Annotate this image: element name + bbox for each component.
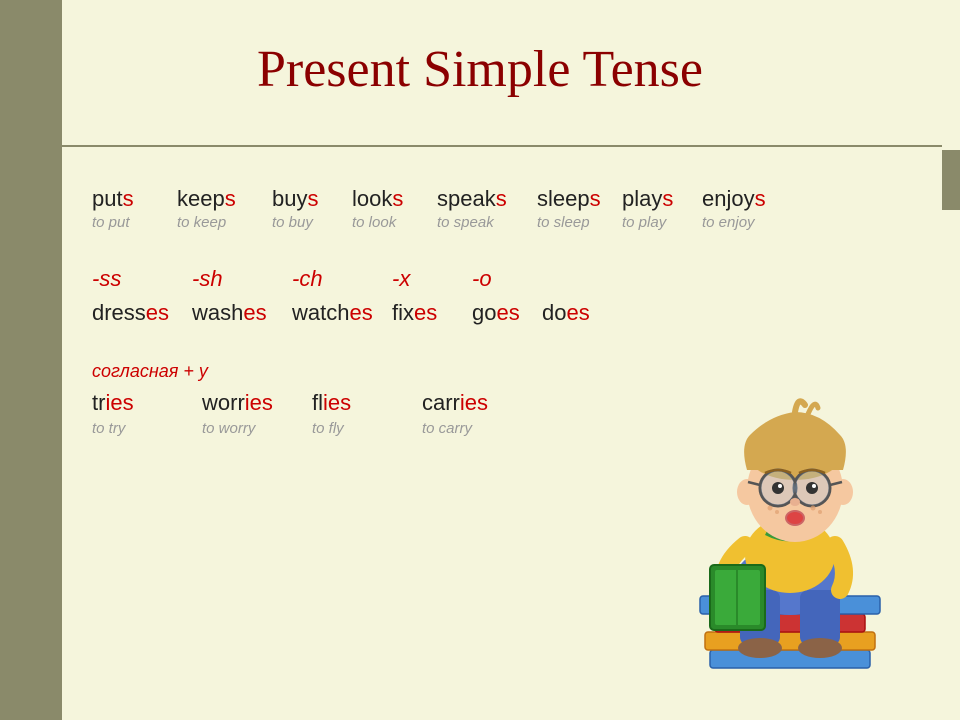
base-carry: to carry <box>422 420 532 437</box>
character-svg <box>650 370 930 710</box>
verb-flies: flies <box>312 390 422 416</box>
ending-sh: -sh <box>192 266 292 292</box>
verb-form-buys: buys <box>272 186 318 212</box>
section-endings: -ss -sh -ch -x -o dresses washes watches… <box>92 266 912 326</box>
verb-worries: worries <box>202 390 312 416</box>
verb-form-looks: looks <box>352 186 403 212</box>
ending-verbs-row: dresses washes watches fixes goes does <box>92 300 912 326</box>
base-try: to try <box>92 420 202 437</box>
base-fly: to fly <box>312 420 422 437</box>
verb-item-sleeps: sleeps to sleep <box>537 186 622 231</box>
verb-goes: goes <box>472 300 542 326</box>
verb-item-plays: plays to play <box>622 186 702 231</box>
verb-item-puts: puts to put <box>92 186 177 231</box>
verb-base-speak: to speak <box>437 214 494 231</box>
verb-item-enjoys: enjoys to enjoy <box>702 186 782 231</box>
top-divider <box>62 145 942 147</box>
verb-dresses: dresses <box>92 300 192 326</box>
base-worry: to worry <box>202 420 312 437</box>
verb-form-enjoys: enjoys <box>702 186 766 212</box>
suffix-s: s <box>123 186 134 211</box>
verb-form-plays: plays <box>622 186 673 212</box>
verb-item-buys: buys to buy <box>272 186 352 231</box>
verb-row-1: puts to put keeps to keep buys to buy lo… <box>92 186 912 231</box>
verb-form-sleeps: sleeps <box>537 186 601 212</box>
verb-item-speaks: speaks to speak <box>437 186 537 231</box>
verb-base-buy: to buy <box>272 214 313 231</box>
ending-x: -x <box>392 266 472 292</box>
verb-carries: carries <box>422 390 532 416</box>
verb-watches: watches <box>292 300 392 326</box>
verb-item-keeps: keeps to keep <box>177 186 272 231</box>
verb-fixes: fixes <box>392 300 472 326</box>
verb-base-enjoy: to enjoy <box>702 214 755 231</box>
endings-labels-row: -ss -sh -ch -x -o <box>92 266 912 292</box>
left-sidebar <box>0 0 62 720</box>
verb-base-keep: to keep <box>177 214 226 231</box>
verb-base-put: to put <box>92 214 130 231</box>
verb-form-speaks: speaks <box>437 186 507 212</box>
page-title: Present Simple Tense <box>0 0 960 119</box>
verb-form-puts: puts <box>92 186 134 212</box>
ending-ss: -ss <box>92 266 192 292</box>
right-bar <box>942 150 960 210</box>
verb-base-sleep: to sleep <box>537 214 590 231</box>
ending-o: -o <box>472 266 542 292</box>
verb-item-looks: looks to look <box>352 186 437 231</box>
ending-ch: -ch <box>292 266 392 292</box>
verb-washes: washes <box>192 300 292 326</box>
verb-base-play: to play <box>622 214 666 231</box>
verb-base-look: to look <box>352 214 396 231</box>
verb-does: does <box>542 300 612 326</box>
character-illustration <box>650 370 930 710</box>
verb-tries: tries <box>92 390 202 416</box>
verb-form-keeps: keeps <box>177 186 236 212</box>
